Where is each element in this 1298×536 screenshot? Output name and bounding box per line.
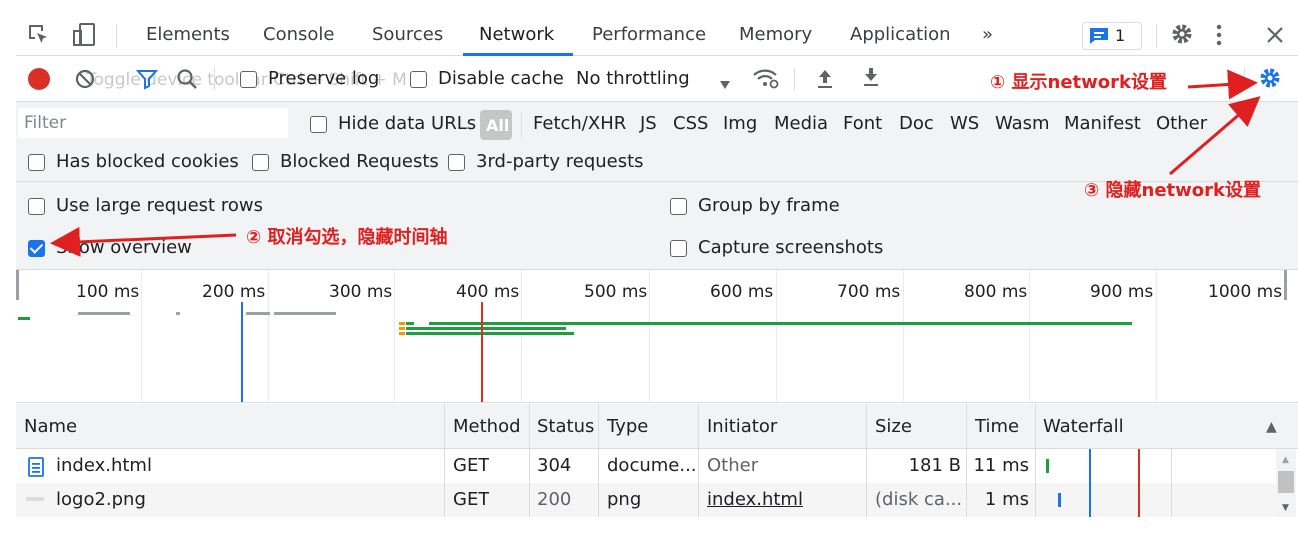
annotation-arrows — [50, 69, 1261, 257]
